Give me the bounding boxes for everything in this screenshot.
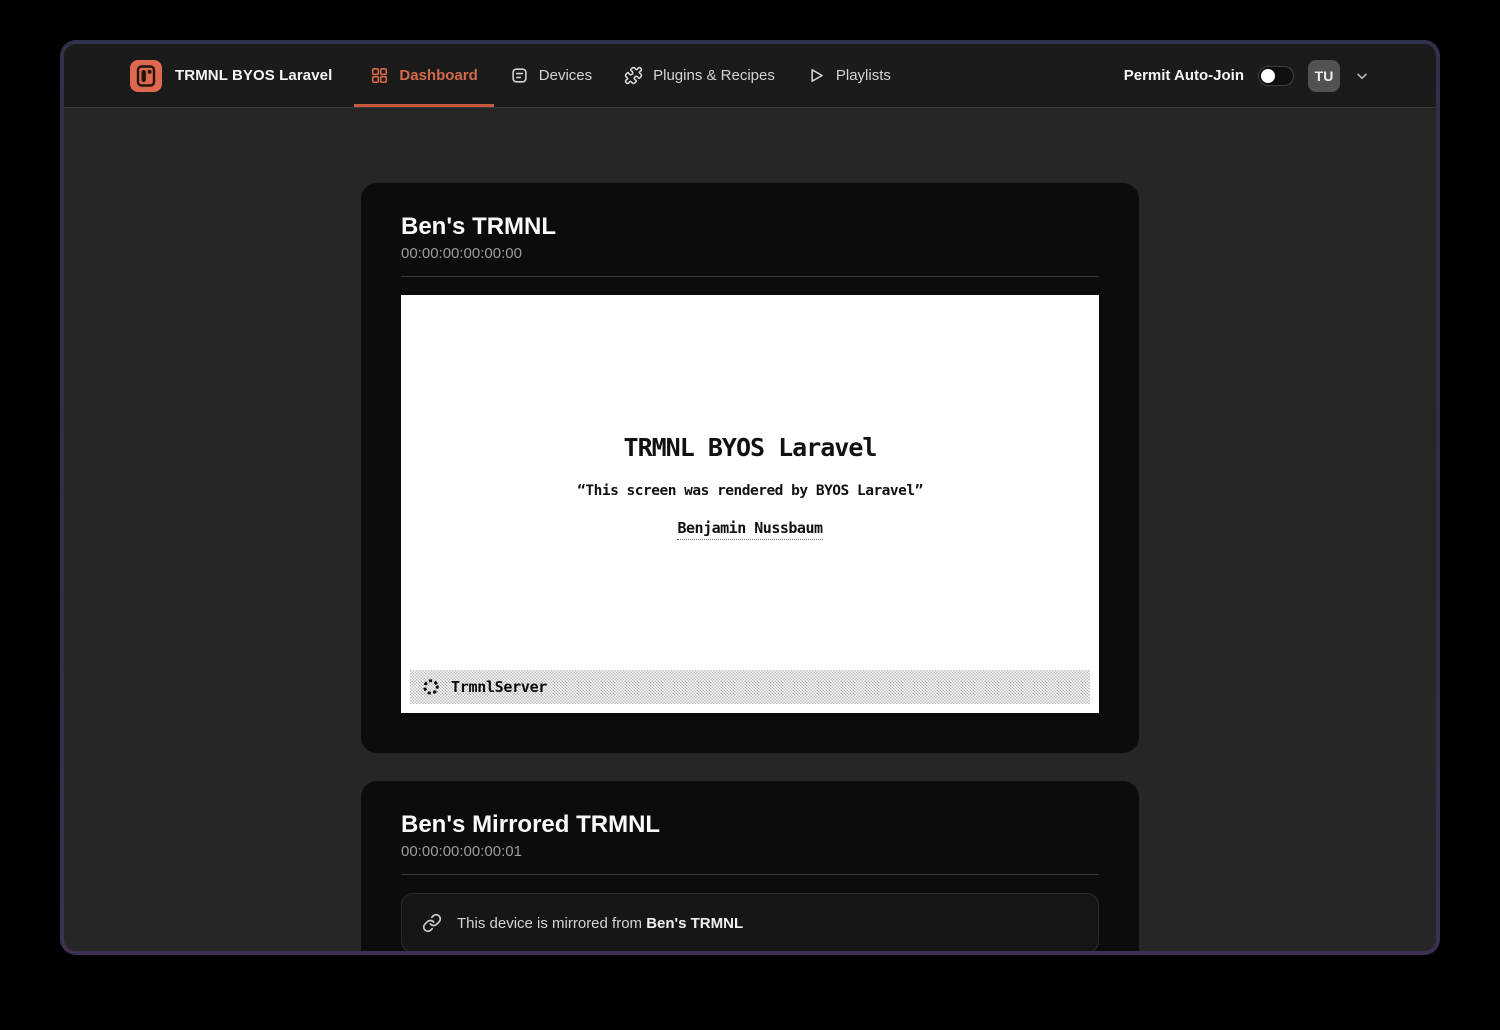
server-badge-label: TrmnlServer (451, 678, 547, 696)
app-body: TRMNL BYOS Laravel Dashboard (64, 44, 1436, 951)
device-card-bens-mirrored-trmnl: Ben's Mirrored TRMNL 00:00:00:00:00:01 T… (361, 781, 1139, 951)
device-name: Ben's TRMNL (401, 213, 1099, 241)
mirror-note: This device is mirrored from Ben's TRMNL (457, 915, 743, 932)
top-navigation-bar: TRMNL BYOS Laravel Dashboard (64, 44, 1436, 108)
nav-label: Plugins & Recipes (653, 67, 775, 84)
nav-label: Dashboard (399, 67, 477, 84)
nav-item-dashboard[interactable]: Dashboard (354, 44, 493, 107)
device-mac-address: 00:00:00:00:00:00 (401, 245, 1099, 262)
user-avatar[interactable]: TU (1308, 60, 1340, 92)
permit-auto-join-label: Permit Auto-Join (1124, 67, 1244, 84)
link-icon (422, 913, 442, 933)
divider (401, 276, 1099, 277)
topbar-right-controls: Permit Auto-Join TU (1124, 44, 1370, 107)
nav-label: Playlists (836, 67, 891, 84)
play-icon (807, 66, 826, 85)
mirror-note-prefix: This device is mirrored from (457, 915, 646, 932)
chevron-down-icon (1354, 68, 1370, 84)
device-mac-address: 00:00:00:00:00:01 (401, 843, 1099, 860)
nav-item-playlists[interactable]: Playlists (791, 44, 907, 107)
nav-label: Devices (539, 67, 592, 84)
mirror-info-box: This device is mirrored from Ben's TRMNL (401, 893, 1099, 951)
main-nav: Dashboard Devices Plugins & Recipes (354, 44, 906, 107)
dashboard-content: Ben's TRMNL 00:00:00:00:00:00 TRMNL BYOS… (64, 108, 1436, 951)
device-card-bens-trmnl: Ben's TRMNL 00:00:00:00:00:00 TRMNL BYOS… (361, 183, 1139, 753)
dashboard-grid-icon (370, 66, 389, 85)
permit-auto-join-toggle[interactable] (1258, 66, 1294, 86)
screen-title: TRMNL BYOS Laravel (624, 433, 877, 462)
puzzle-icon (624, 66, 643, 85)
spinner-icon (421, 677, 441, 697)
nav-item-devices[interactable]: Devices (494, 44, 608, 107)
devices-icon (510, 66, 529, 85)
app-window: TRMNL BYOS Laravel Dashboard (60, 40, 1440, 955)
nav-item-plugins-recipes[interactable]: Plugins & Recipes (608, 44, 791, 107)
device-name: Ben's Mirrored TRMNL (401, 811, 1099, 839)
user-menu-chevron[interactable] (1354, 68, 1370, 84)
trmnl-logo-icon (130, 60, 162, 92)
divider (401, 874, 1099, 875)
screen-server-badge: TrmnlServer (410, 670, 1090, 704)
mirror-source-device: Ben's TRMNL (646, 915, 743, 932)
toggle-knob (1261, 69, 1275, 83)
brand-title: TRMNL BYOS Laravel (175, 67, 332, 84)
screen-author-link: Benjamin Nussbaum (677, 519, 822, 540)
device-screen-preview: TRMNL BYOS Laravel “This screen was rend… (401, 295, 1099, 713)
screen-quote: “This screen was rendered by BYOS Larave… (577, 483, 923, 499)
brand: TRMNL BYOS Laravel (130, 44, 332, 107)
